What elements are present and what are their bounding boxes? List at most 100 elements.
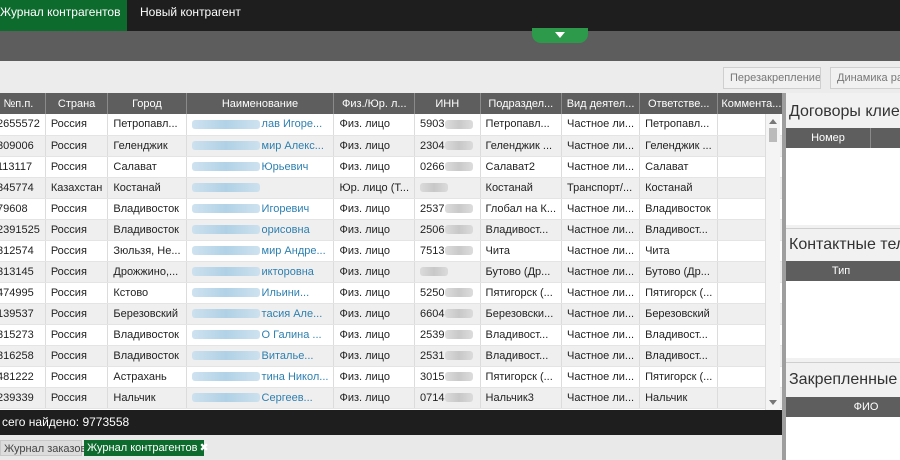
cell-inn: 5903 [414,114,481,136]
redacted-inn-blur [420,267,449,277]
cell-city: Зюльзя, Не... [107,240,187,262]
vertical-scrollbar[interactable] [765,114,780,410]
cell-inn: 3015 [414,366,481,388]
repin-button[interactable]: Перезакрепление [723,67,821,89]
tab-contractors-journal[interactable]: Журнал контрагентов [0,0,127,31]
cell-country: Россия [45,345,109,367]
redacted-name-blur [191,393,260,403]
cell-dept: Костанай [480,177,563,199]
cell-country: Казахстан [45,177,109,199]
cell-type: Физ. лицо [333,345,416,367]
cell-dept: Владивост... [480,219,563,241]
cell-inn: 2531 [414,345,481,367]
cell-activity: Частное ли... [561,366,641,388]
redacted-name-blur [191,309,260,319]
column-header[interactable]: Страна [45,93,109,114]
column-header[interactable]: Подраздел... [480,93,563,114]
cell-inn-text: 5903 [420,118,445,131]
table-row[interactable]: 79608 Россия Владивосток Игоревич Физ. лицо 2… [0,198,782,220]
column-header[interactable]: Вид деятел... [561,93,641,114]
cell-name: Юрьевич [186,156,335,178]
column-header[interactable]: Ответстве... [639,93,719,114]
column-header[interactable]: №п.п. [0,93,46,114]
redacted-name-blur [191,183,260,193]
column-header[interactable]: ИНН [414,93,481,114]
cell-activity: Частное ли... [561,282,641,304]
redacted-inn-blur [444,351,473,361]
cell-name [186,177,335,199]
table-row[interactable]: 113117 Россия Салават Юрьевич Физ. лицо 0266 С… [0,156,782,178]
cell-type: Физ. лицо [333,135,416,157]
cell-name: Сергеев... [186,387,335,409]
cell-dept: Геленджик ... [480,135,563,157]
tab-new-contractor[interactable]: Новый контрагент [140,0,241,31]
cell-name-text: Ильини... [261,286,310,299]
table-row[interactable]: 315273 Россия Владивосток О Галина ... Физ. … [0,324,782,346]
cell-dept: Пятигорск (... [480,282,563,304]
cell-activity: Частное ли... [561,114,641,136]
dynamics-button[interactable]: Динамика ра [830,67,900,89]
close-icon[interactable]: ✖ [199,442,208,454]
column-header[interactable]: Город [107,93,187,114]
cell-inn-text: 2304 [420,139,445,152]
cell-type: Физ. лицо [333,366,416,388]
table-row[interactable]: 239339 Россия Нальчик Сергеев... Физ. лицо 07… [0,387,782,409]
contracts-table-header: Номер [786,128,900,148]
column-header[interactable]: Коммента... [717,93,782,114]
records-found-status: сего найдено: 9773558 [0,410,782,435]
table-row[interactable]: 316258 Россия Владивосток Витальe... Физ. ли… [0,345,782,367]
cell-num: 312574 [0,240,46,262]
contractors-grid: №п.п. Страна Город Наименование Физ./Юр. л..… [0,93,782,410]
scroll-thumb[interactable] [769,128,777,142]
table-row[interactable]: 313145 Россия Дрожжино,... икторовна Физ. ли… [0,261,782,283]
expand-filter-button[interactable] [532,28,588,43]
cell-num: 2655572 [0,114,46,136]
cell-inn: 5250 [414,282,481,304]
table-row[interactable]: 345774 Казахстан Костанай Юр. лицо (Т... Кос… [0,177,782,199]
redacted-inn-blur [444,119,473,129]
cell-num: 474995 [0,282,46,304]
cell-resp: Владивост... [639,219,719,241]
scroll-up-icon[interactable] [769,119,777,124]
cell-inn-text: 5250 [420,286,445,299]
cell-name-text: О Галина ... [261,328,322,341]
table-row[interactable]: 474995 Россия Кстово Ильини... Физ. лицо 5250… [0,282,782,304]
cell-num: 2391525 [0,219,46,241]
cell-type: Физ. лицо [333,219,416,241]
chevron-down-icon [555,32,565,38]
bottom-tab-contractors[interactable]: Журнал контрагентов ✖ [84,440,209,456]
pinned-table-header: ФИО [786,397,900,417]
contacts-col-type: Тип [831,265,851,277]
cell-name-text: мир Алекс... [261,139,324,152]
cell-inn: 2537 [414,198,481,220]
table-row[interactable]: 481222 Россия Астрахань тина Никол... Физ. л… [0,366,782,388]
table-row[interactable]: 312574 Россия Зюльзя, Не... мир Андре... Физ… [0,240,782,262]
table-row[interactable]: 309006 Россия Геленджик мир Алекс... Физ. ли… [0,135,782,157]
cell-resp: Нальчик [639,387,719,409]
bottom-tab-orders[interactable]: Журнал заказов✖ [0,440,98,456]
cell-name-text: орисовна [261,223,310,236]
redacted-inn-blur [444,246,473,256]
table-row[interactable]: 2391525 Россия Владивосток орисовна Физ. лиц… [0,219,782,241]
redacted-name-blur [191,372,260,382]
cell-city: Владивосток [107,324,187,346]
redacted-inn-blur [444,288,473,298]
table-row[interactable]: 2655572 Россия Петропавл... лав Игоре... Физ… [0,114,782,136]
cell-inn [414,261,481,283]
cell-name: орисовна [186,219,335,241]
cell-inn-text: 0714 [420,391,445,404]
redacted-inn-blur [444,225,473,235]
cell-name: мир Андре... [186,240,335,262]
scroll-down-icon[interactable] [769,400,777,405]
cell-dept: Нальчик3 [480,387,563,409]
cell-name: икторовна [186,261,335,283]
column-header[interactable]: Наименование [186,93,335,114]
column-header[interactable]: Физ./Юр. л... [333,93,416,114]
redacted-inn-blur [444,141,473,151]
contacts-table-header: Тип [786,261,900,281]
cell-inn: 2506 [414,219,481,241]
cell-type: Физ. лицо [333,240,416,262]
redacted-inn-blur [444,372,473,382]
cell-country: Россия [45,282,109,304]
table-row[interactable]: 139537 Россия Березовский тасия Але... Физ. … [0,303,782,325]
